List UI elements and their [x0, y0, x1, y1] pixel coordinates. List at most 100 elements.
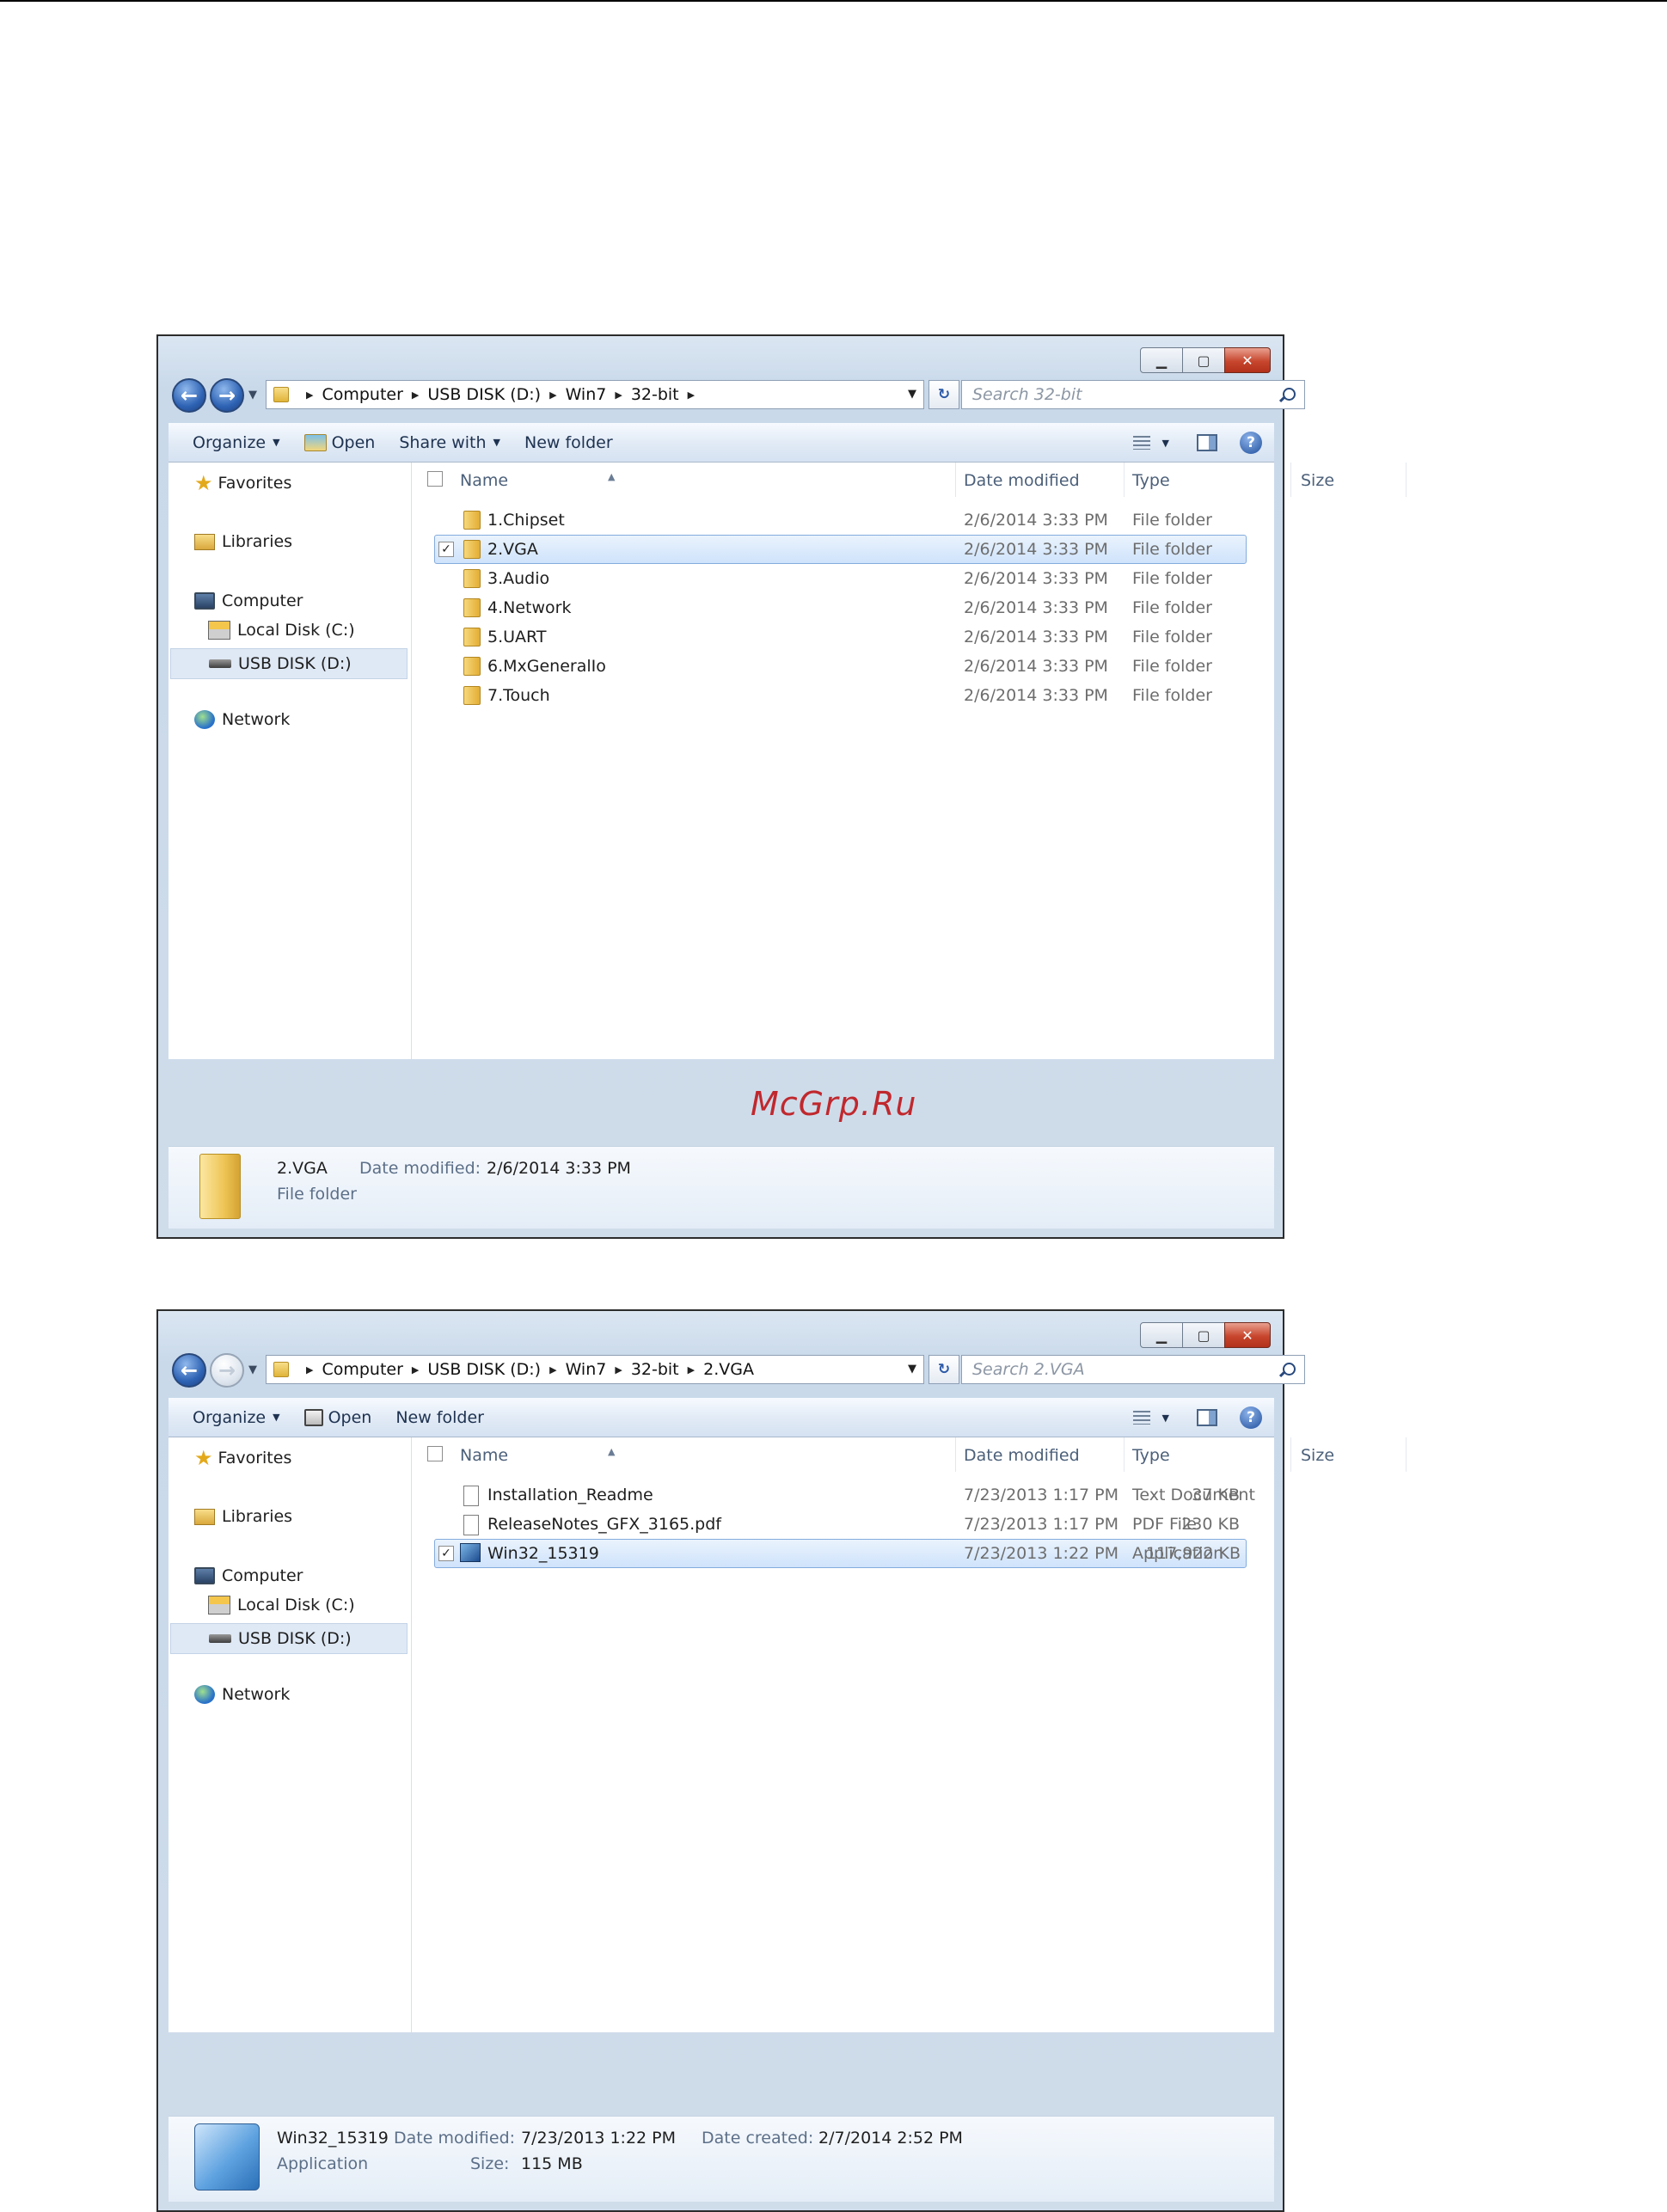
- help-icon[interactable]: ?: [1240, 1406, 1262, 1429]
- breadcrumb-arrow-icon[interactable]: ▶: [306, 1364, 313, 1376]
- help-icon[interactable]: ?: [1240, 432, 1262, 454]
- nav-libraries[interactable]: Libraries: [194, 1507, 292, 1526]
- organize-button[interactable]: Organize ▼: [193, 433, 280, 452]
- list-item[interactable]: ReleaseNotes_GFX_3165.pdf 7/23/2013 1:17…: [412, 1510, 1274, 1539]
- column-date-modified[interactable]: Date modified: [964, 1446, 1080, 1465]
- back-button[interactable]: ←: [172, 378, 206, 413]
- breadcrumb-arrow-icon[interactable]: ▶: [549, 1364, 556, 1376]
- breadcrumb-arrow-icon[interactable]: ▶: [688, 1364, 695, 1376]
- column-date-modified[interactable]: Date modified: [964, 471, 1080, 490]
- breadcrumb-32bit[interactable]: 32-bit: [631, 1360, 679, 1379]
- file-date: 7/23/2013 1:17 PM: [964, 1515, 1119, 1534]
- list-item[interactable]: 3.Audio 2/6/2014 3:33 PM File folder: [412, 564, 1274, 593]
- nav-computer[interactable]: Computer: [194, 591, 303, 610]
- breadcrumb-32bit[interactable]: 32-bit: [631, 385, 679, 404]
- column-separator[interactable]: [1124, 1437, 1125, 1472]
- breadcrumb-usb-disk[interactable]: USB DISK (D:): [427, 385, 541, 404]
- back-button[interactable]: ←: [172, 1353, 206, 1388]
- item-checkbox[interactable]: ✓: [438, 542, 454, 557]
- select-all-checkbox[interactable]: [427, 471, 443, 487]
- search-icon[interactable]: [1283, 388, 1296, 401]
- column-separator[interactable]: [1290, 1437, 1291, 1472]
- preview-pane-icon[interactable]: [1197, 434, 1217, 451]
- share-with-button[interactable]: Share with ▼: [399, 433, 500, 452]
- refresh-button[interactable]: ↻: [928, 1355, 959, 1384]
- column-type[interactable]: Type: [1132, 1446, 1170, 1465]
- column-size[interactable]: Size: [1301, 471, 1334, 490]
- search-input[interactable]: Search 32-bit: [961, 380, 1305, 409]
- new-folder-button[interactable]: New folder: [524, 433, 613, 452]
- breadcrumb-arrow-icon[interactable]: ▶: [549, 389, 556, 401]
- maximize-button[interactable]: ▢: [1182, 347, 1225, 373]
- chevron-down-icon[interactable]: ▼: [1162, 438, 1169, 449]
- column-separator[interactable]: [1406, 463, 1407, 497]
- organize-button[interactable]: Organize ▼: [193, 1408, 280, 1427]
- address-bar[interactable]: ▶ Computer ▶ USB DISK (D:) ▶ Win7 ▶ 32-b…: [266, 1355, 924, 1384]
- minimize-button[interactable]: ▁: [1140, 347, 1183, 373]
- new-folder-button[interactable]: New folder: [395, 1408, 484, 1427]
- recent-pages-dropdown[interactable]: ▼: [248, 389, 257, 401]
- column-name[interactable]: Name: [460, 1446, 508, 1465]
- address-bar[interactable]: ▶ Computer ▶ USB DISK (D:) ▶ Win7 ▶ 32-b…: [266, 380, 924, 409]
- nav-usb-disk[interactable]: USB DISK (D:): [170, 648, 408, 679]
- preview-pane-icon[interactable]: [1197, 1409, 1217, 1426]
- nav-network[interactable]: Network: [194, 1685, 290, 1704]
- close-button[interactable]: ✕: [1224, 1322, 1271, 1348]
- column-separator[interactable]: [955, 1437, 956, 1472]
- address-dropdown-icon[interactable]: ▼: [908, 1363, 916, 1376]
- breadcrumb-computer[interactable]: Computer: [322, 385, 402, 404]
- nav-usb-disk[interactable]: USB DISK (D:): [170, 1623, 408, 1654]
- list-item[interactable]: 4.Network 2/6/2014 3:33 PM File folder: [412, 593, 1274, 622]
- nav-favorites[interactable]: ★ Favorites: [194, 471, 291, 495]
- breadcrumb-arrow-icon[interactable]: ▶: [412, 389, 419, 401]
- minimize-button[interactable]: ▁: [1140, 1322, 1183, 1348]
- column-separator[interactable]: [1406, 1437, 1407, 1472]
- breadcrumb-arrow-icon[interactable]: ▶: [615, 389, 622, 401]
- search-input[interactable]: Search 2.VGA: [961, 1355, 1305, 1384]
- list-item[interactable]: 5.UART 2/6/2014 3:33 PM File folder: [412, 622, 1274, 652]
- list-item[interactable]: Installation_Readme 7/23/2013 1:17 PM Te…: [412, 1480, 1274, 1510]
- column-name[interactable]: Name: [460, 471, 508, 490]
- nav-computer[interactable]: Computer: [194, 1566, 303, 1585]
- list-item-selected[interactable]: ✓ 2.VGA 2/6/2014 3:33 PM File folder: [434, 535, 1247, 564]
- breadcrumb-arrow-icon[interactable]: ▶: [688, 389, 695, 401]
- list-item-selected[interactable]: ✓ Win32_15319 7/23/2013 1:22 PM Applicat…: [434, 1539, 1247, 1568]
- column-size[interactable]: Size: [1301, 1446, 1334, 1465]
- change-view-icon[interactable]: [1132, 436, 1150, 450]
- forward-button[interactable]: →: [210, 1353, 244, 1388]
- change-view-icon[interactable]: [1132, 1411, 1150, 1425]
- address-dropdown-icon[interactable]: ▼: [908, 388, 916, 401]
- nav-libraries[interactable]: Libraries: [194, 532, 292, 551]
- nav-local-disk[interactable]: Local Disk (C:): [208, 1596, 355, 1615]
- search-icon[interactable]: [1283, 1363, 1296, 1376]
- column-separator[interactable]: [955, 463, 956, 497]
- open-button[interactable]: Open: [303, 433, 375, 452]
- list-item[interactable]: 7.Touch 2/6/2014 3:33 PM File folder: [412, 681, 1274, 710]
- list-item[interactable]: 1.Chipset 2/6/2014 3:33 PM File folder: [412, 506, 1274, 535]
- breadcrumb-arrow-icon[interactable]: ▶: [412, 1364, 419, 1376]
- nav-favorites[interactable]: ★ Favorites: [194, 1446, 291, 1470]
- maximize-button[interactable]: ▢: [1182, 1322, 1225, 1348]
- details-pane: Win32_15319 Date modified: 7/23/2013 1:2…: [169, 2116, 1274, 2202]
- recent-pages-dropdown[interactable]: ▼: [248, 1363, 257, 1376]
- column-type[interactable]: Type: [1132, 471, 1170, 490]
- breadcrumb-computer[interactable]: Computer: [322, 1360, 402, 1379]
- close-button[interactable]: ✕: [1224, 347, 1271, 373]
- forward-button[interactable]: →: [210, 378, 244, 413]
- breadcrumb-usb-disk[interactable]: USB DISK (D:): [427, 1360, 541, 1379]
- open-button[interactable]: Open: [303, 1408, 371, 1427]
- breadcrumb-win7[interactable]: Win7: [566, 385, 607, 404]
- chevron-down-icon[interactable]: ▼: [1162, 1412, 1169, 1424]
- nav-network[interactable]: Network: [194, 710, 290, 729]
- nav-local-disk[interactable]: Local Disk (C:): [208, 621, 355, 640]
- list-item[interactable]: 6.MxGeneralIo 2/6/2014 3:33 PM File fold…: [412, 652, 1274, 681]
- item-checkbox[interactable]: ✓: [438, 1546, 454, 1561]
- breadcrumb-win7[interactable]: Win7: [566, 1360, 607, 1379]
- breadcrumb-arrow-icon[interactable]: ▶: [306, 389, 313, 401]
- column-separator[interactable]: [1290, 463, 1291, 497]
- breadcrumb-arrow-icon[interactable]: ▶: [615, 1364, 622, 1376]
- column-separator[interactable]: [1124, 463, 1125, 497]
- select-all-checkbox[interactable]: [427, 1446, 443, 1461]
- breadcrumb-2vga[interactable]: 2.VGA: [703, 1360, 754, 1379]
- refresh-button[interactable]: ↻: [928, 380, 959, 409]
